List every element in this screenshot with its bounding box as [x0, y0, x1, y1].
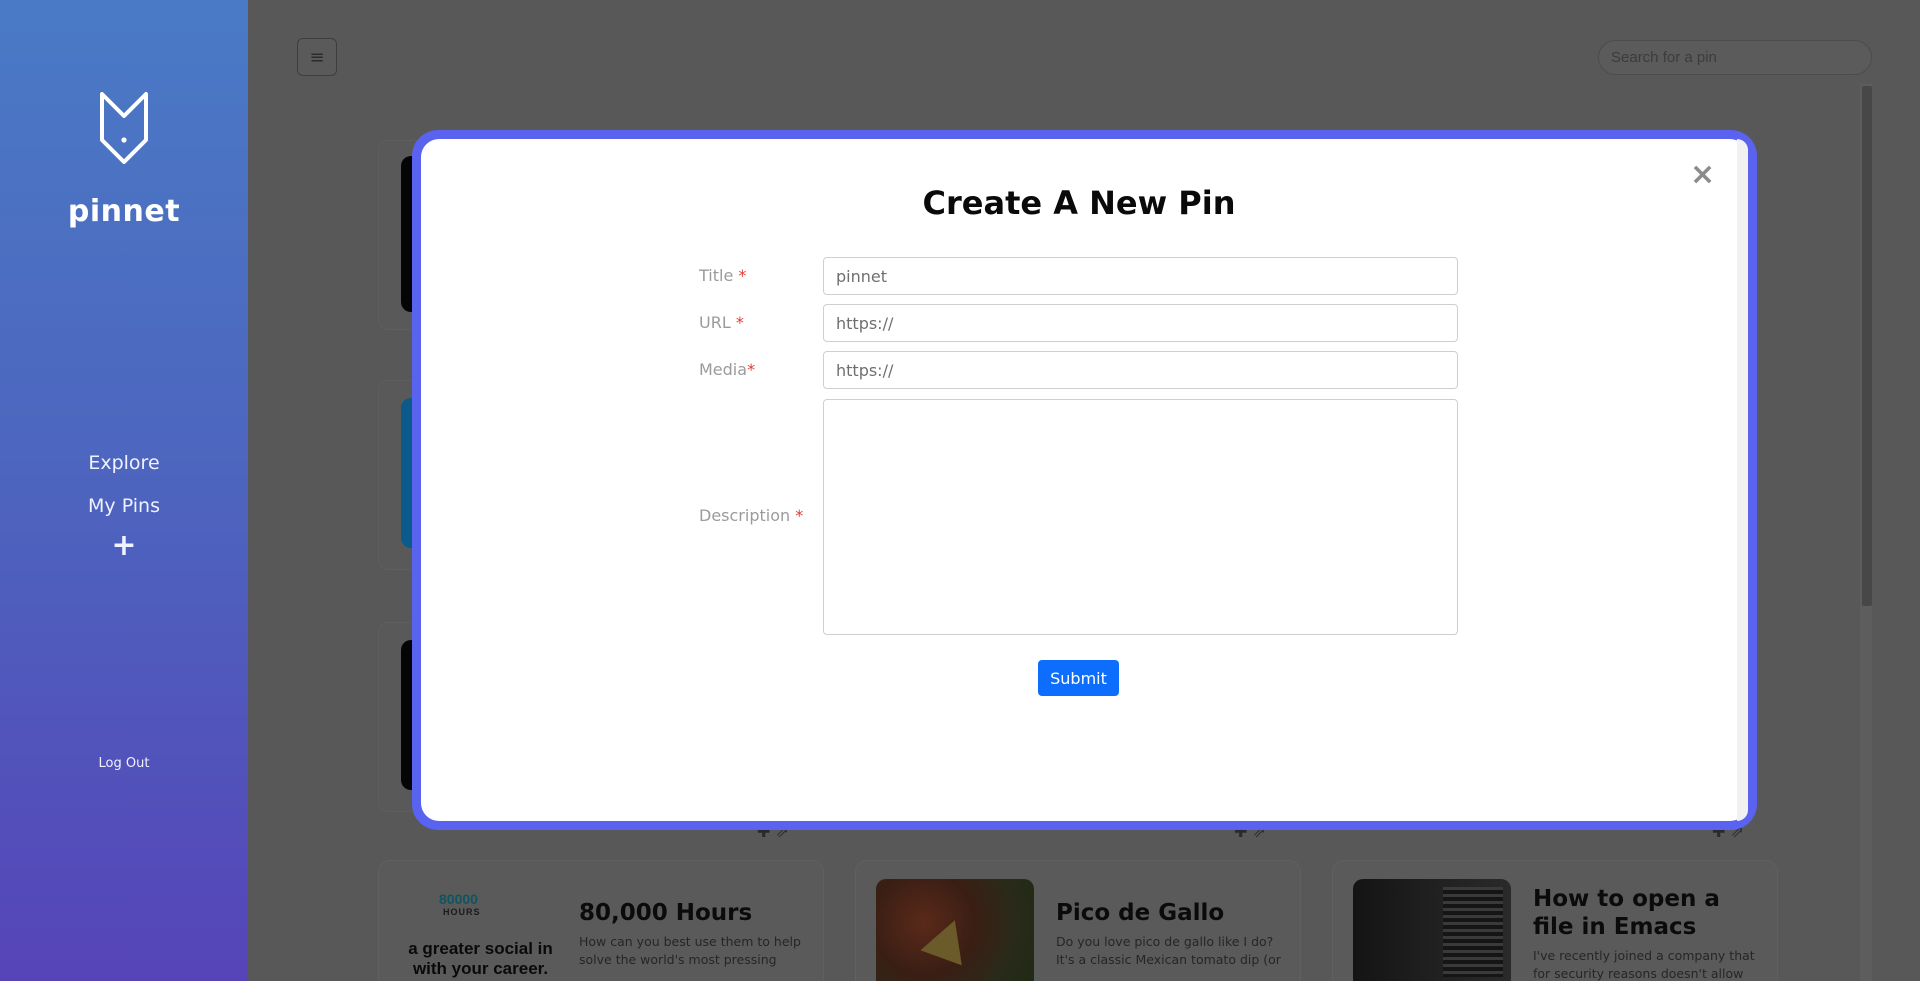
menu-toggle-button[interactable]: ≡ — [297, 38, 337, 76]
card-title: Pico de Gallo — [1056, 900, 1225, 926]
required-mark: * — [747, 360, 756, 379]
url-field[interactable]: https:// — [823, 304, 1458, 342]
description-label: Description * — [699, 506, 804, 525]
title-field[interactable]: pinnet — [823, 257, 1458, 295]
page-scrollbar-thumb[interactable] — [1862, 86, 1872, 606]
brand-name: pinnet — [67, 194, 181, 229]
card-description: I've recently joined a company that for … — [1533, 948, 1755, 981]
add-pin-button[interactable]: + — [0, 528, 248, 563]
card-thumbnail: 80000 HOURS a greater social in with you… — [399, 879, 557, 981]
card-title: How to open a file in Emacs — [1533, 886, 1720, 940]
pin-card[interactable]: Pico de Gallo Do you love pico de gallo … — [855, 860, 1301, 981]
pin-card[interactable]: How to open a file in Emacs I've recentl… — [1332, 860, 1778, 981]
logout-link[interactable]: Log Out — [0, 756, 248, 771]
submit-button[interactable]: Submit — [1038, 660, 1119, 696]
card-description: Do you love pico de gallo like I do? It'… — [1056, 934, 1281, 967]
thumb-logo-number: 80000 — [439, 891, 478, 907]
modal-scrollbar[interactable] — [1737, 139, 1748, 821]
card-thumbnail — [876, 879, 1034, 981]
media-field[interactable]: https:// — [823, 351, 1458, 389]
card-thumbnail — [1353, 879, 1511, 981]
search-input[interactable]: Search for a pin — [1598, 40, 1872, 75]
description-textarea[interactable] — [823, 399, 1458, 635]
media-label: Media* — [699, 360, 756, 379]
card-title: 80,000 Hours — [579, 900, 753, 926]
required-mark: * — [738, 266, 747, 285]
hamburger-icon: ≡ — [309, 46, 325, 68]
thumb-caption: a greater social in with your career. — [408, 939, 553, 978]
url-label: URL * — [699, 313, 744, 332]
modal-title: Create A New Pin — [922, 184, 1236, 222]
title-label: Title * — [699, 266, 747, 285]
pinnet-logo-icon — [100, 92, 148, 164]
pin-card[interactable]: 80000 HOURS a greater social in with you… — [378, 860, 824, 981]
required-mark: * — [735, 313, 744, 332]
required-mark: * — [795, 506, 804, 525]
card-description: How can you best use them to help solve … — [579, 934, 801, 967]
sidebar: pinnet Explore My Pins + Log Out — [0, 0, 248, 981]
search-placeholder: Search for a pin — [1611, 49, 1717, 66]
thumb-logo-word: HOURS — [443, 907, 481, 917]
nav-explore[interactable]: Explore — [0, 452, 248, 474]
nav-my-pins[interactable]: My Pins — [0, 495, 248, 517]
